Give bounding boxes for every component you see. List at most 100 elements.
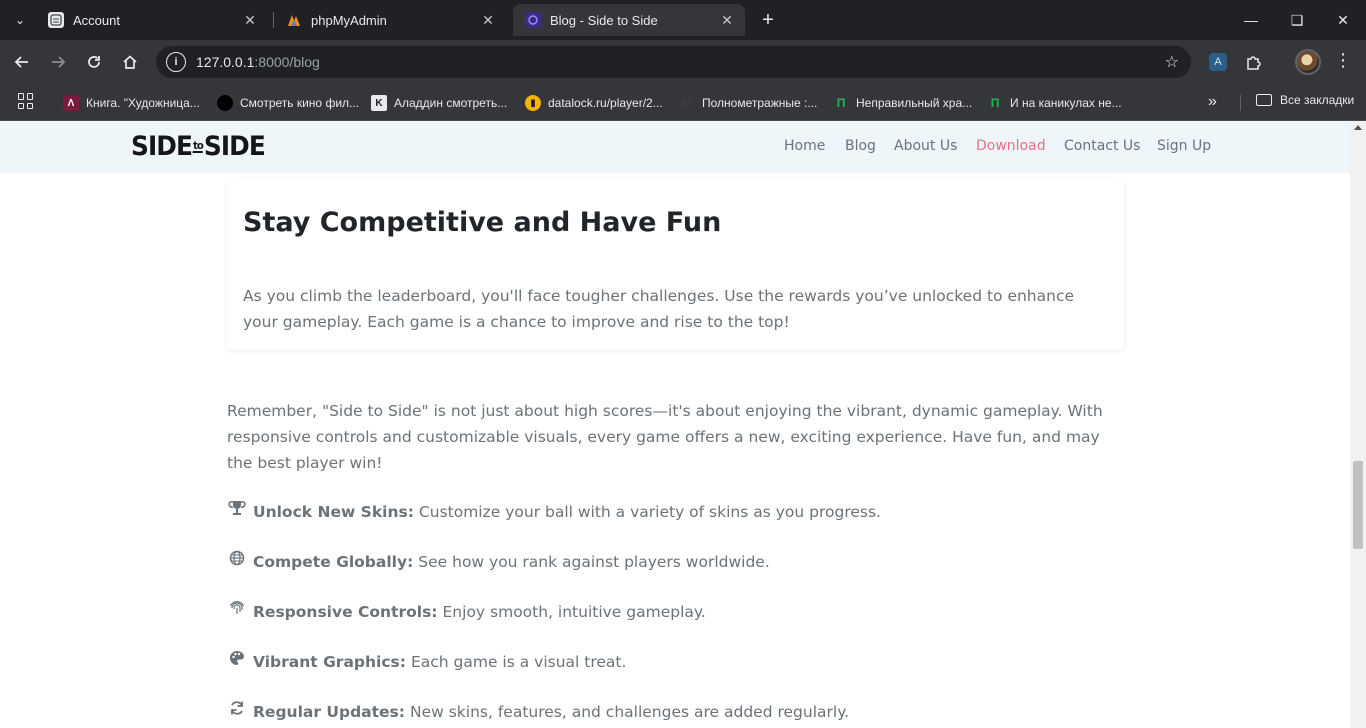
feature-item: Responsive Controls: Enjoy smooth, intui… <box>227 601 706 621</box>
scroll-up-arrow-icon[interactable] <box>1354 125 1362 130</box>
tab-title: Account <box>73 12 120 28</box>
bookmark-label: Аладдин смотреть... <box>394 96 508 110</box>
feature-item: Unlock New Skins: Customize your ball wi… <box>227 501 881 521</box>
nav-blog[interactable]: Blog <box>845 138 876 154</box>
logo-text-mid: to <box>192 139 204 153</box>
feature-label: Responsive Controls: <box>253 603 438 621</box>
p-icon: П <box>836 96 846 110</box>
article-paragraph: Remember, "Side to Side" is not just abo… <box>227 402 1103 472</box>
feature-text: Each game is a visual treat. <box>410 653 627 671</box>
more-bookmarks-chevron-icon[interactable]: » <box>1208 93 1217 111</box>
restore-icon[interactable]: ❏ <box>1274 0 1320 40</box>
reload-icon[interactable] <box>80 48 108 76</box>
k-icon: K <box>371 95 387 111</box>
sync-icon <box>227 698 247 718</box>
feature-item: Regular Updates: New skins, features, an… <box>227 701 850 721</box>
url-host: 127.0.0.1 <box>196 54 255 70</box>
site-logo[interactable]: SIDE to SIDE <box>131 131 266 162</box>
browser-menu-icon[interactable]: ⋮ <box>1334 50 1352 71</box>
feature-label: Compete Globally: <box>253 553 414 571</box>
home-icon[interactable] <box>116 48 144 76</box>
extensions-puzzle-icon[interactable] <box>1245 53 1263 71</box>
extension-translate-icon[interactable]: A <box>1209 53 1227 71</box>
site-header: SIDE to SIDE Home Blog About Us Download… <box>0 121 1350 173</box>
page-viewport: SIDE to SIDE Home Blog About Us Download… <box>0 121 1350 728</box>
bookmark-label: Книга. "Художница... <box>86 96 200 110</box>
all-bookmarks-button[interactable]: Все закладки <box>1256 93 1354 107</box>
feature-label: Vibrant Graphics: <box>253 653 406 671</box>
logo-text-left: SIDE <box>131 131 193 162</box>
bookmark-label: datalock.ru/player/2... <box>548 96 663 110</box>
logo-text-right: SIDE <box>203 131 266 162</box>
nav-about-us[interactable]: About Us <box>894 138 957 154</box>
palette-icon <box>227 648 247 668</box>
nav-sign-up[interactable]: Sign Up <box>1157 138 1211 154</box>
close-tab-icon[interactable]: ✕ <box>480 12 496 28</box>
back-arrow-icon[interactable] <box>8 48 36 76</box>
feature-item: Compete Globally: See how you rank again… <box>227 550 770 571</box>
apps-grid-icon[interactable] <box>18 93 34 109</box>
book-icon: Λ <box>63 95 79 111</box>
bookmark-star-icon[interactable]: ☆ <box>1165 52 1179 72</box>
feature-item: Vibrant Graphics: Each game is a visual … <box>227 651 627 671</box>
tab-phpmyadmin[interactable]: phpMyAdmin ✕ <box>274 4 506 36</box>
site-favicon-icon <box>525 12 541 28</box>
phpmyadmin-favicon-icon <box>286 12 302 28</box>
p-icon: П <box>990 96 1000 110</box>
fingerprint-icon <box>227 598 247 618</box>
feature-label: Regular Updates: <box>253 703 405 721</box>
trophy-icon <box>227 498 247 518</box>
feature-text: Enjoy smooth, intuitive gameplay. <box>442 603 706 621</box>
close-tab-icon[interactable]: ✕ <box>242 12 258 28</box>
feature-text: See how you rank against players worldwi… <box>418 553 770 571</box>
bookmark-item[interactable]: M Полнометражные :... <box>679 93 818 113</box>
tab-blog[interactable]: Blog - Side to Side ✕ <box>513 4 745 36</box>
tab-title: phpMyAdmin <box>311 12 387 28</box>
tab-search-chevron-icon[interactable]: ⌄ <box>8 8 32 32</box>
logo-to: to <box>192 139 204 153</box>
nav-download[interactable]: Download <box>976 138 1046 154</box>
folder-icon <box>1256 94 1272 106</box>
bookmark-item[interactable]: ▮ datalock.ru/player/2... <box>525 93 663 113</box>
bookmark-item[interactable]: Λ Книга. "Художница... <box>63 93 200 113</box>
film-icon <box>217 95 233 111</box>
close-tab-icon[interactable]: ✕ <box>719 12 735 28</box>
feature-text: Customize your ball with a variety of sk… <box>418 503 881 521</box>
nav-home[interactable]: Home <box>784 138 825 154</box>
browser-toolbar: i 127.0.0.1:8000/blog ☆ A ⋮ <box>0 40 1366 85</box>
bookmark-item[interactable]: П И на каникулах не... <box>987 93 1122 113</box>
address-bar[interactable]: i 127.0.0.1:8000/blog ☆ <box>156 46 1191 78</box>
tab-account[interactable]: Account ✕ <box>36 4 268 36</box>
forward-arrow-icon[interactable] <box>44 48 72 76</box>
site-info-icon[interactable]: i <box>166 52 186 72</box>
bookmark-label: И на каникулах не... <box>1010 96 1122 110</box>
article-card: Stay Competitive and Have Fun As you cli… <box>227 179 1124 350</box>
profile-avatar[interactable] <box>1295 49 1321 75</box>
tab-strip: ⌄ Account ✕ phpMyAdmin ✕ Blog - Side to … <box>0 0 1366 40</box>
url-text: 127.0.0.1:8000/blog <box>196 54 320 70</box>
bookmark-item[interactable]: K Аладдин смотреть... <box>371 93 507 113</box>
bookmark-label: Полнометражные :... <box>702 96 818 110</box>
minimize-icon[interactable]: — <box>1228 0 1274 40</box>
feature-label: Unlock New Skins: <box>253 503 414 521</box>
page-scrollbar[interactable] <box>1350 121 1366 728</box>
bookmark-item[interactable]: П Неправильный хра... <box>833 93 972 113</box>
card-text: As you climb the leaderboard, you'll fac… <box>243 287 1075 331</box>
all-bookmarks-label: Все закладки <box>1280 93 1355 107</box>
bookmark-label: Неправильный хра... <box>856 96 973 110</box>
tab-title: Blog - Side to Side <box>550 12 658 28</box>
feature-text: New skins, features, and challenges are … <box>409 703 850 721</box>
player-icon: ▮ <box>525 95 541 111</box>
new-tab-plus-icon[interactable]: + <box>756 8 780 32</box>
bookmark-item[interactable]: Смотреть кино фил... <box>217 93 359 113</box>
account-favicon-icon <box>48 12 64 28</box>
bookmark-label: Смотреть кино фил... <box>240 96 360 110</box>
close-window-icon[interactable]: ✕ <box>1320 0 1366 40</box>
url-path: :8000/blog <box>254 54 320 70</box>
nav-contact-us[interactable]: Contact Us <box>1064 138 1140 154</box>
globe-icon <box>227 548 247 568</box>
m-icon: M <box>681 95 693 111</box>
card-title: Stay Competitive and Have Fun <box>243 207 722 238</box>
bookmarks-bar: Λ Книга. "Художница... Смотреть кино фил… <box>0 85 1366 121</box>
scrollbar-thumb[interactable] <box>1353 461 1363 549</box>
